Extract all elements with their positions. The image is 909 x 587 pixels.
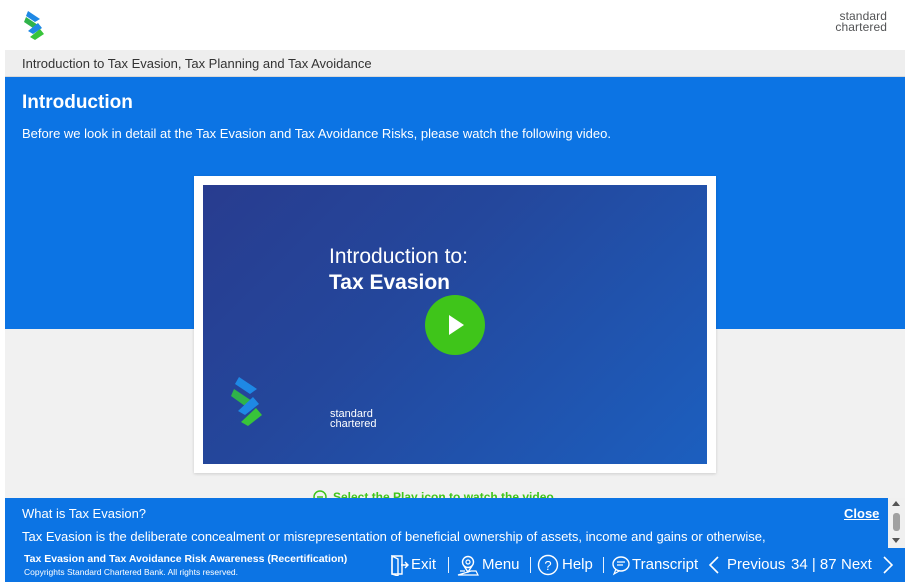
scroll-thumb[interactable]: [893, 513, 900, 531]
chevron-left-icon: [708, 556, 719, 574]
brand-line-2: chartered: [835, 20, 887, 34]
help-button[interactable]: ? Help: [537, 554, 597, 576]
previous-label: Previous: [727, 556, 786, 573]
scroll-down-icon[interactable]: [892, 538, 900, 543]
next-label: Next: [841, 556, 872, 573]
standard-chartered-logo-icon: [24, 11, 44, 40]
course-title: Tax Evasion and Tax Avoidance Risk Aware…: [24, 553, 348, 565]
map-pin-icon: [457, 555, 479, 576]
video-brand-wordmark: standard chartered: [330, 409, 377, 430]
play-icon: [449, 315, 464, 335]
scroll-up-icon[interactable]: [892, 501, 900, 506]
help-label: Help: [562, 556, 593, 573]
panel-close-button[interactable]: Close: [844, 506, 879, 522]
speech-bubble-icon: [612, 556, 630, 576]
menu-label: Menu: [482, 556, 520, 573]
exit-button[interactable]: Exit: [389, 554, 439, 576]
copyright: Copyrights Standard Chartered Bank. All …: [24, 567, 239, 577]
transcript-label: Transcript: [632, 556, 699, 573]
page-counter: 34 | 87: [791, 556, 837, 573]
breadcrumb: Introduction to Tax Evasion, Tax Plannin…: [5, 50, 905, 77]
exit-icon: [391, 554, 409, 576]
video-player[interactable]: Introduction to: Tax Evasion standard ch…: [194, 176, 716, 473]
panel-title: What is Tax Evasion?: [22, 506, 147, 521]
exit-label: Exit: [411, 556, 437, 573]
footer-divider: [448, 557, 449, 573]
help-icon: ?: [537, 554, 559, 576]
footer-bar: Tax Evasion and Tax Avoidance Risk Aware…: [5, 548, 905, 582]
previous-button[interactable]: Previous: [707, 554, 789, 576]
menu-button[interactable]: Menu: [457, 554, 523, 576]
video-title-line-1: Introduction to:: [329, 245, 468, 268]
footer-divider: [530, 557, 531, 573]
video-logo-icon: [231, 377, 262, 426]
definition-panel: What is Tax Evasion? Close Tax Evasion i…: [5, 498, 905, 548]
top-bar: standard chartered: [0, 0, 909, 50]
panel-scrollbar[interactable]: [888, 498, 905, 548]
next-button[interactable]: Next: [841, 554, 897, 576]
video-poster[interactable]: Introduction to: Tax Evasion standard ch…: [203, 185, 707, 464]
transcript-button[interactable]: Transcript: [611, 554, 707, 576]
page-title: Introduction: [22, 92, 133, 113]
video-brand-line-2: chartered: [330, 418, 377, 430]
play-button[interactable]: [425, 295, 485, 355]
footer-divider: [603, 557, 604, 573]
svg-text:?: ?: [544, 558, 551, 573]
brand-wordmark: standard chartered: [835, 10, 887, 34]
chevron-right-icon: [883, 556, 894, 574]
intro-text: Before we look in detail at the Tax Evas…: [22, 126, 611, 141]
panel-text: Tax Evasion is the deliberate concealmen…: [22, 529, 766, 544]
video-title-line-2: Tax Evasion: [329, 271, 450, 294]
